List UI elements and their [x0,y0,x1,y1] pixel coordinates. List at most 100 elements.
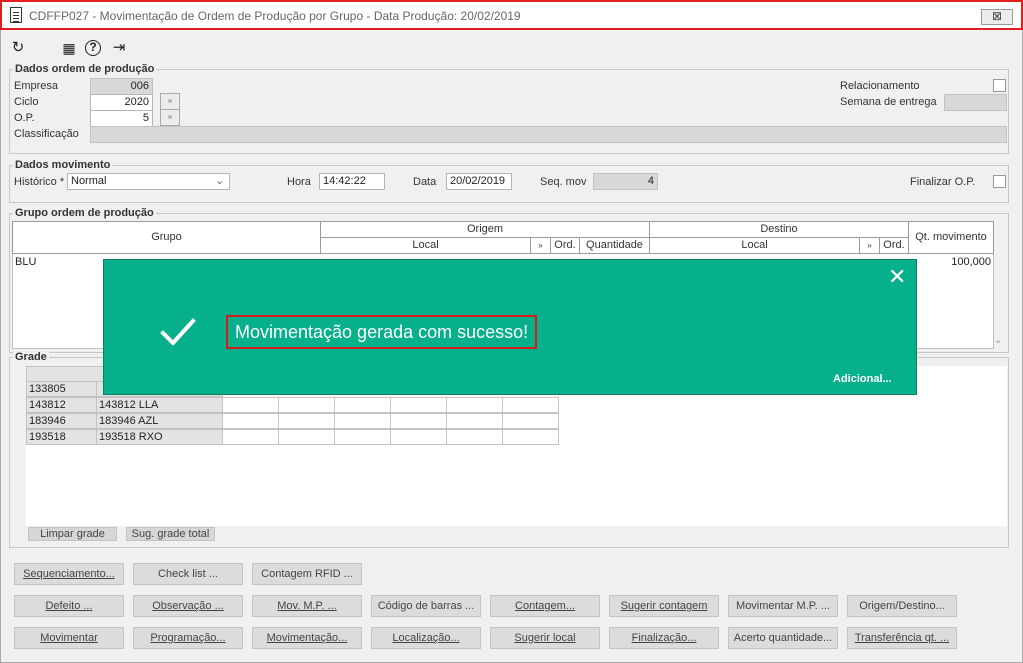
adicional-link[interactable]: Adicional... [833,373,892,385]
grade-row-desc: 143812 LLA [96,397,223,413]
sugerir-local-button[interactable]: Sugerir local [490,627,600,649]
origem-ord-header[interactable]: Ord. [550,237,580,254]
grade-qty-cell[interactable] [222,397,279,413]
semana-entrega-label: Semana de entrega [840,96,937,108]
chevron-down-icon: ⌄ [215,175,225,187]
movimentar-mp-button[interactable]: Movimentar M.P. ... [728,595,838,617]
grade-qty-cell[interactable] [278,397,335,413]
grade-qty-cell[interactable] [502,429,559,445]
grade-qty-cell[interactable] [278,429,335,445]
grupo-row-qt-movimento[interactable]: 100,000 [915,255,993,270]
destino-ord-header[interactable]: Ord. [879,237,909,254]
close-icon[interactable]: ✕ [888,265,906,289]
limpar-grade-button[interactable]: Limpar grade [28,527,117,541]
grade-qty-cell[interactable] [446,413,503,429]
defeito-button[interactable]: Defeito ... [14,595,124,617]
grade-qty-cell[interactable] [334,413,391,429]
scroll-down-icon[interactable]: ⌄ [994,335,1002,346]
grade-qty-cell[interactable] [446,429,503,445]
hora-field[interactable]: 14:42:22 [319,173,385,190]
op-lookup-button[interactable]: » [160,109,180,126]
grade-qty-cell[interactable] [222,429,279,445]
window-title: CDFFP027 - Movimentação de Ordem de Prod… [29,9,521,23]
grade-qty-cell[interactable] [390,413,447,429]
finalizar-op-label: Finalizar O.P. [910,176,976,188]
dados-ordem-legend: Dados ordem de produção [13,63,157,75]
grupo-row-grupo[interactable]: BLU [13,255,98,270]
title-bar: CDFFP027 - Movimentação de Ordem de Prod… [0,0,1023,30]
op-label: O.P. [14,112,35,124]
sequenciamento-button[interactable]: Sequenciamento... [14,563,124,585]
grade-qty-cell[interactable] [446,397,503,413]
sug-grade-total-button[interactable]: Sug. grade total [126,527,215,541]
finalizar-op-checkbox[interactable] [993,175,1006,188]
calendar-icon[interactable]: ▦ [60,39,78,57]
seq-mov-label: Seq. mov [540,176,587,188]
classificacao-field [90,126,1007,143]
transferencia-qt-button[interactable]: Transferência qt. ... [847,627,957,649]
grupo-header[interactable]: Grupo [12,221,321,254]
localizacao-button[interactable]: Localização... [371,627,481,649]
grade-qty-cell[interactable] [222,413,279,429]
origem-lookup-header[interactable]: » [530,237,551,254]
success-message: Movimentação gerada com sucesso! [226,315,538,349]
sugerir-contagem-button[interactable]: Sugerir contagem [609,595,719,617]
movimentacao-button[interactable]: Movimentação... [252,627,362,649]
destino-local-header[interactable]: Local [649,237,860,254]
observacao-button[interactable]: Observação ... [133,595,243,617]
origem-header: Origem [320,221,650,238]
grade-legend: Grade [13,351,49,363]
refresh-icon[interactable]: ↻ [9,39,27,57]
grade-qty-cell[interactable] [390,429,447,445]
programacao-button[interactable]: Programação... [133,627,243,649]
origem-destino-button[interactable]: Origem/Destino... [847,595,957,617]
dados-movimento-legend: Dados movimento [13,159,113,171]
grade-qty-cell[interactable] [334,429,391,445]
grade-qty-cell[interactable] [390,397,447,413]
empresa-field: 006 [90,78,153,95]
checkmark-icon [160,318,196,346]
grade-qty-cell[interactable] [334,397,391,413]
acerto-quantidade-button[interactable]: Acerto quantidade... [728,627,838,649]
movimentar-button[interactable]: Movimentar [14,627,124,649]
origem-quantidade-header[interactable]: Quantidade [579,237,650,254]
exit-icon[interactable]: ⇥ [110,39,128,57]
destino-lookup-header[interactable]: » [859,237,880,254]
grade-qty-cell[interactable] [502,413,559,429]
grade-row-code: 143812 [26,397,97,413]
help-icon[interactable]: ? [85,40,101,56]
codigo-barras-button[interactable]: Código de barras ... [371,595,481,617]
window-close-button[interactable]: ⊠ [981,9,1013,25]
ciclo-field[interactable]: 2020 [90,94,153,111]
check-list-button[interactable]: Check list ... [133,563,243,585]
finalizacao-button[interactable]: Finalização... [609,627,719,649]
contagem-button[interactable]: Contagem... [490,595,600,617]
contagem-rfid-button[interactable]: Contagem RFID ... [252,563,362,585]
grade-qty-cell[interactable] [278,413,335,429]
historico-select[interactable]: Normal [67,173,230,190]
destino-header: Destino [649,221,909,238]
grade-row-code: 183946 [26,413,97,429]
origem-local-header[interactable]: Local [320,237,531,254]
qt-movimento-header[interactable]: Qt. movimento [908,221,994,254]
mov-mp-button[interactable]: Mov. M.P. ... [252,595,362,617]
document-icon [10,7,22,23]
relacionamento-label: Relacionamento [840,80,920,92]
classificacao-label: Classificação [14,128,79,140]
ciclo-lookup-button[interactable]: » [160,93,180,110]
ciclo-label: Ciclo [14,96,39,108]
relacionamento-checkbox[interactable] [993,79,1006,92]
historico-label: Histórico * [14,176,65,188]
data-label: Data [413,176,437,188]
hora-label: Hora [287,176,311,188]
empresa-label: Empresa [14,80,59,92]
op-field[interactable]: 5 [90,110,153,127]
grupo-ordem-legend: Grupo ordem de produção [13,207,156,219]
grade-qty-cell[interactable] [502,397,559,413]
grade-row-code: 133805 [26,381,97,397]
grade-row-desc: 193518 RXO [96,429,223,445]
semana-entrega-field [944,94,1007,111]
grade-row-desc: 183946 AZL [96,413,223,429]
data-field[interactable]: 20/02/2019 [446,173,512,190]
seq-mov-field: 4 [593,173,658,190]
